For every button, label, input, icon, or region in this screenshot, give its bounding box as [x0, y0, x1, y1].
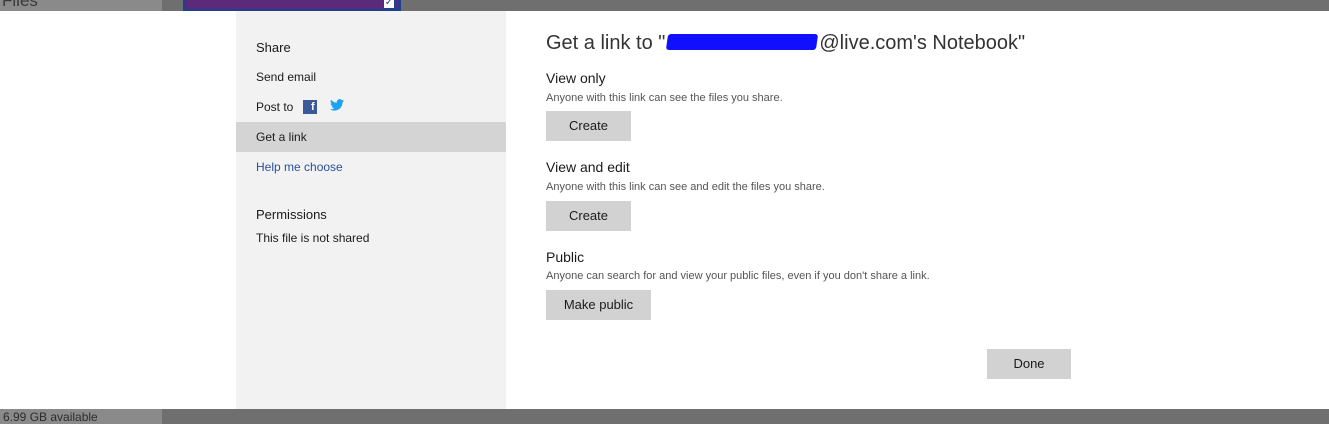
- facebook-icon[interactable]: f: [302, 100, 317, 115]
- sidebar-item-get-a-link[interactable]: Get a link: [236, 122, 506, 152]
- title-prefix: Get a link to ": [546, 32, 666, 54]
- sidebar-item-label: Post to: [256, 100, 294, 114]
- public-description: Anyone can search for and view your publ…: [546, 270, 930, 282]
- share-dialog: Share Send email Post to f Get a link He…: [0, 11, 1329, 409]
- sidebar-item-send-email[interactable]: Send email: [236, 62, 506, 92]
- view-and-edit-create-button[interactable]: Create: [546, 201, 631, 231]
- public-title: Public: [546, 249, 585, 265]
- background-files-header: Files: [0, 0, 162, 11]
- view-only-create-button[interactable]: Create: [546, 111, 631, 141]
- storage-panel: 6.99 GB available: [0, 409, 162, 424]
- view-and-edit-title: View and edit: [546, 159, 630, 175]
- twitter-icon[interactable]: [330, 92, 345, 122]
- title-suffix: @live.com's Notebook": [819, 32, 1026, 54]
- help-me-choose-link[interactable]: Help me choose: [236, 152, 506, 182]
- sidebar-item-post-to[interactable]: Post to f: [236, 92, 506, 122]
- background-bottom-bar: 6.99 GB available: [0, 409, 1329, 424]
- share-heading: Share: [256, 40, 291, 55]
- permissions-heading: Permissions: [256, 207, 327, 222]
- redacted-email: [666, 33, 819, 50]
- view-only-description: Anyone with this link can see the files …: [546, 92, 783, 104]
- storage-available-label: 6.99 GB available: [3, 410, 98, 424]
- make-public-button[interactable]: Make public: [546, 290, 651, 320]
- background-notebook-tile: ✓: [183, 0, 401, 11]
- share-sidebar: Share Send email Post to f Get a link He…: [236, 11, 506, 409]
- done-button[interactable]: Done: [987, 349, 1071, 379]
- view-only-title: View only: [546, 70, 606, 86]
- page-title: Get a link to " @live.com's Notebook": [546, 32, 1025, 55]
- permissions-status: This file is not shared: [256, 231, 370, 245]
- sidebar-item-label: Help me choose: [256, 160, 343, 174]
- view-and-edit-description: Anyone with this link can see and edit t…: [546, 181, 825, 193]
- background-top-bar: Files ✓: [0, 0, 1329, 11]
- sidebar-item-label: Get a link: [256, 130, 307, 144]
- sidebar-item-label: Send email: [256, 70, 317, 84]
- files-label: Files: [2, 0, 38, 10]
- checkmark-icon: ✓: [383, 0, 395, 9]
